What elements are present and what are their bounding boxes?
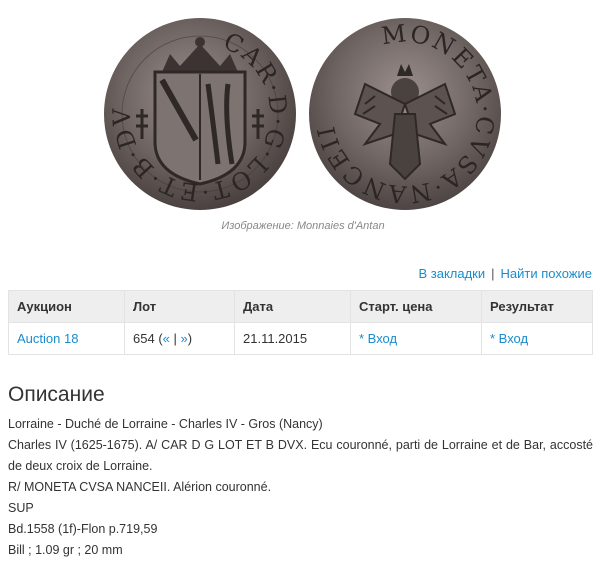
coin-reverse: MONETA·CVSA·NANCEII [305, 14, 505, 214]
cell-start-price: * Вход [350, 322, 482, 355]
description-line: SUP [8, 501, 34, 515]
coin-image: CAR·D·G·LOT·ET·B·DVX [0, 0, 606, 215]
description-line: R/ MONETA CVSA NANCEII. Alérion couronné… [8, 480, 272, 494]
actions-separator: | [491, 266, 495, 281]
image-credit: Изображение: Monnaies d'Antan [221, 220, 385, 232]
lot-table: Аукцион Лот Дата Старт. цена Результат A… [8, 290, 593, 355]
find-similar-link[interactable]: Найти похожие [501, 266, 592, 281]
header-date: Дата [234, 290, 351, 323]
table-header-row: Аукцион Лот Дата Старт. цена Результат [8, 290, 593, 323]
header-lot: Лот [124, 290, 235, 323]
lot-open-paren: ( [154, 331, 163, 346]
cell-date: 21.11.2015 [234, 322, 351, 355]
auction-link[interactable]: Auction 18 [17, 331, 78, 346]
coin-obverse: CAR·D·G·LOT·ET·B·DVX [100, 14, 300, 214]
cell-lot: 654 (« | ») [124, 322, 235, 355]
bookmark-link[interactable]: В закладки [418, 266, 485, 281]
description-line: Bill ; 1.09 gr ; 20 mm [8, 543, 123, 557]
lot-close-paren: ) [187, 331, 193, 346]
header-start-price: Старт. цена [350, 290, 482, 323]
prev-lot-link[interactable]: « [163, 331, 170, 346]
actions-bar: В закладки | Найти похожие [418, 266, 592, 281]
description-body: Lorraine - Duché de Lorraine - Charles I… [8, 414, 593, 561]
cell-result: * Вход [481, 322, 593, 355]
lot-number: 654 [133, 331, 155, 346]
result-login-link[interactable]: * Вход [490, 331, 528, 346]
start-price-login-link[interactable]: * Вход [359, 331, 397, 346]
table-row: Auction 18 654 (« | ») 21.11.2015 * Вход… [8, 322, 593, 355]
description-title: Описание [8, 383, 105, 406]
cell-auction: Auction 18 [8, 322, 125, 355]
description-line: Charles IV (1625-1675). A/ CAR D G LOT E… [8, 438, 593, 473]
lot-nav-separator: | [169, 331, 181, 346]
header-result: Результат [481, 290, 593, 323]
header-auction: Аукцион [8, 290, 125, 323]
next-lot-link[interactable]: » [181, 331, 188, 346]
description-line: Bd.1558 (1f)-Flon p.719,59 [8, 522, 158, 536]
description-line: Lorraine - Duché de Lorraine - Charles I… [8, 417, 323, 431]
